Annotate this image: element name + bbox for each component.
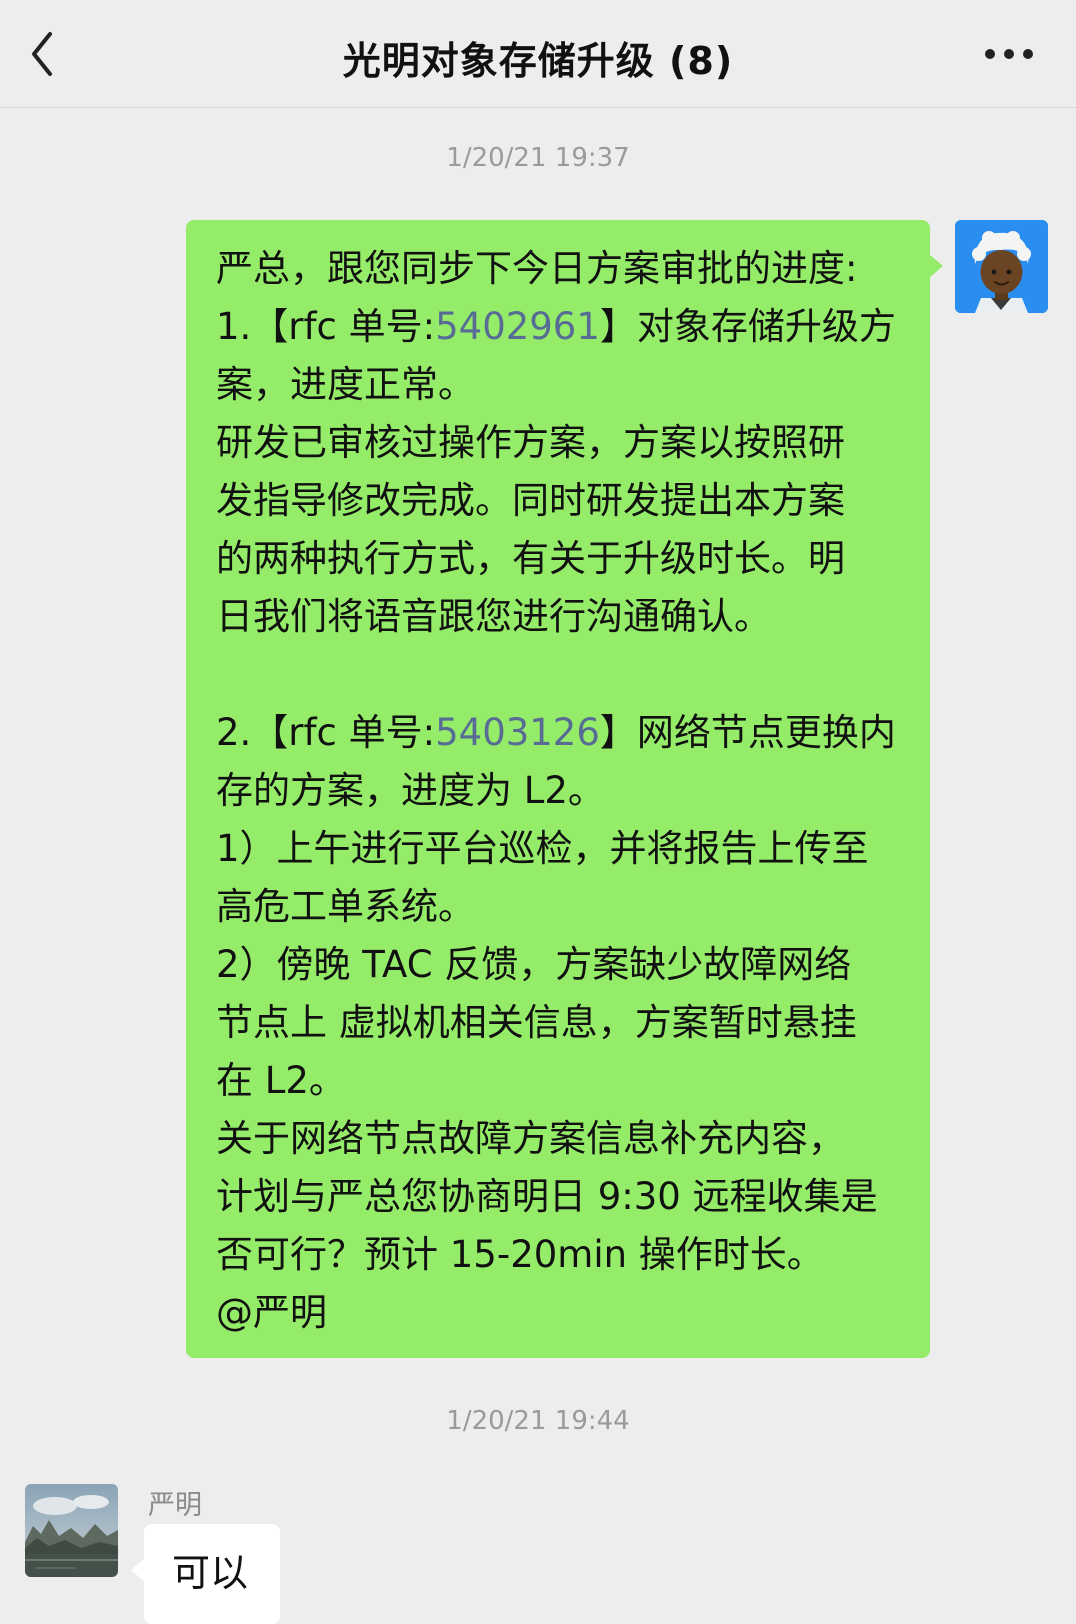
message-bubble-outgoing[interactable]: 严总，跟您同步下今日方案审批的进度: 1.【rfc 单号:5402961】对象存… — [186, 220, 943, 1358]
message-timestamp: 1/20/21 19:37 — [446, 143, 630, 173]
text-line: 高危工单系统。 — [216, 885, 475, 928]
text-line: 关于网络节点故障方案信息补充内容， — [216, 1117, 845, 1160]
avatar[interactable] — [25, 1484, 118, 1577]
cartoon-avatar-icon — [955, 220, 1048, 313]
text-line: 否可行？预计 15-20min 操作时长。 — [216, 1233, 824, 1276]
text-line: 存的方案，进度为 L2。 — [216, 769, 605, 812]
chat-header: 光明对象存储升级 (8) — [0, 0, 1076, 108]
text-line: 】对象存储升级方 — [599, 305, 896, 348]
avatar[interactable] — [955, 220, 1048, 313]
text-line: 计划与严总您协商明日 9:30 远程收集是 — [216, 1175, 878, 1218]
text-line: 2）傍晚 TAC 反馈，方案缺少故障网络 — [216, 943, 852, 986]
text-line: 1）上午进行平台巡检，并将报告上传至 — [216, 827, 869, 870]
text-line: 2.【rfc 单号: — [216, 711, 436, 754]
text-line: 节点上 虚拟机相关信息，方案暂时悬挂 — [216, 1001, 857, 1044]
mention-text: @严明 — [216, 1291, 327, 1334]
text-line: 的两种执行方式，有关于升级时长。明 — [216, 537, 845, 580]
message-text: 可以 — [172, 1551, 249, 1595]
text-line: 案，进度正常。 — [216, 363, 475, 406]
rfc-number-link[interactable]: 5403126 — [435, 711, 600, 754]
message-text: 严总，跟您同步下今日方案审批的进度: 1.【rfc 单号:5402961】对象存… — [216, 240, 900, 1342]
text-line: 研发已审核过操作方案，方案以按照研 — [216, 421, 845, 464]
text-line: 发指导修改完成。同时研发提出本方案 — [216, 479, 845, 522]
landscape-photo-icon — [25, 1484, 118, 1577]
more-dots-icon — [985, 49, 1033, 59]
message-bubble-incoming[interactable]: 可以 — [131, 1524, 280, 1624]
text-line: 日我们将语音跟您进行沟通确认。 — [216, 595, 771, 638]
more-button[interactable] — [982, 36, 1046, 72]
message-timestamp: 1/20/21 19:44 — [446, 1406, 630, 1436]
text-line: 】网络节点更换内 — [599, 711, 896, 754]
chat-title: 光明对象存储升级 (8) — [342, 39, 734, 83]
text-line: 严总，跟您同步下今日方案审批的进度: — [216, 247, 858, 290]
sender-name: 严明 — [148, 1490, 202, 1521]
text-line: 在 L2。 — [216, 1059, 346, 1102]
rfc-number-link[interactable]: 5402961 — [435, 305, 600, 348]
text-line: 1.【rfc 单号: — [216, 305, 436, 348]
